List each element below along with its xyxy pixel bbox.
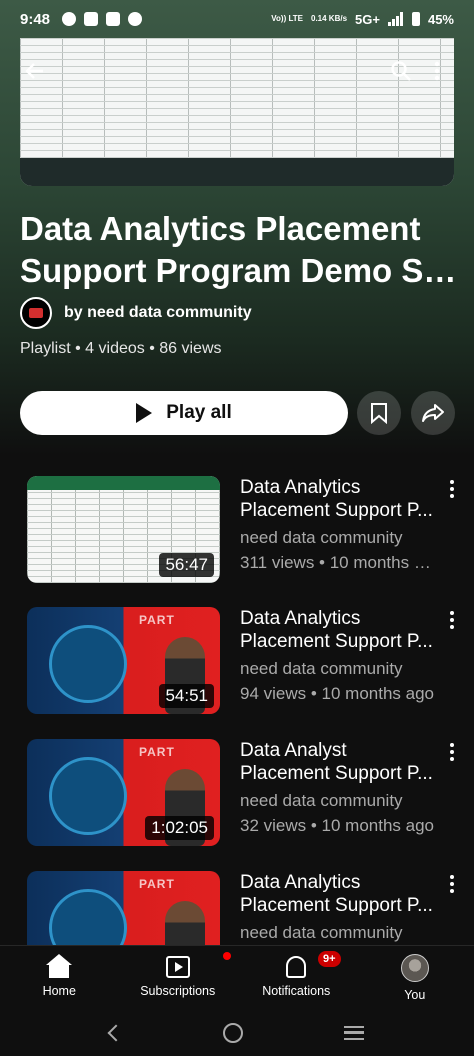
more-options-icon[interactable]	[422, 56, 452, 86]
system-recents-icon[interactable]	[343, 1025, 364, 1040]
battery-level: 45%	[427, 11, 454, 27]
video-channel: need data community	[240, 791, 403, 810]
taskbar-image	[20, 158, 454, 186]
back-arrow-icon[interactable]	[20, 56, 50, 86]
system-navigation-bar	[0, 1009, 474, 1056]
play-all-label: Play all	[166, 402, 232, 423]
share-playlist-button[interactable]	[411, 391, 455, 435]
search-icon[interactable]	[386, 56, 416, 86]
list-item[interactable]: PART Data Analytics Placement Support P.…	[0, 871, 474, 945]
list-item[interactable]: PART 1:02:05 Data Analyst Placement Supp…	[0, 739, 474, 851]
bottom-navigation: Home Subscriptions 9+ Notifications You	[0, 945, 474, 1009]
system-back-icon[interactable]	[107, 1024, 125, 1041]
promo-part-image: PART	[139, 745, 175, 759]
play-icon	[136, 403, 153, 423]
nav-home-label: Home	[42, 984, 76, 998]
video-thumbnail[interactable]: PART 1:02:05	[27, 739, 220, 846]
promo-graphic-image	[49, 889, 127, 945]
video-duration: 54:51	[159, 684, 214, 708]
video-more-icon[interactable]	[444, 741, 460, 763]
video-duration: 56:47	[159, 553, 214, 577]
bookmark-icon	[371, 403, 387, 424]
nav-subscriptions-label: Subscriptions	[140, 984, 216, 998]
presenter-image	[165, 901, 205, 945]
speed-indicator: 0.14 KB/s	[311, 14, 348, 23]
avatar	[400, 954, 429, 982]
promo-graphic-image	[49, 757, 127, 835]
video-thumbnail[interactable]: PART 54:51	[27, 607, 220, 714]
notifications-badge: 9+	[318, 951, 341, 967]
video-title[interactable]: Data Analytics Placement Support P...	[240, 607, 436, 653]
playlist-owner[interactable]: by need data community	[20, 297, 252, 329]
share-icon	[422, 404, 444, 422]
video-stats: 94 views • 10 months ago	[240, 684, 435, 703]
video-title[interactable]: Data Analytics Placement Support P...	[240, 871, 436, 917]
video-title[interactable]: Data Analytics Placement Support P...	[240, 476, 436, 522]
bell-icon	[286, 956, 307, 978]
channel-logo-icon	[29, 308, 43, 318]
playlist-title-line2: Support Program Demo Ses...	[20, 252, 460, 289]
channel-avatar[interactable]	[20, 297, 52, 329]
video-title[interactable]: Data Analyst Placement Support P...	[240, 739, 436, 785]
promo-part-image: PART	[139, 877, 175, 891]
video-stats: 311 views • 10 months a...	[240, 553, 436, 572]
video-channel: need data community	[240, 528, 403, 547]
video-stats: 32 views • 10 months ago	[240, 816, 435, 835]
linkedin-icon	[84, 12, 99, 26]
video-duration: 1:02:05	[145, 816, 214, 840]
promo-graphic-image	[49, 625, 127, 703]
video-more-icon[interactable]	[444, 873, 460, 895]
alarm-icon	[128, 12, 143, 26]
list-item[interactable]: 56:47 Data Analytics Placement Support P…	[0, 476, 474, 588]
nav-notifications-label: Notifications	[262, 984, 331, 998]
home-icon	[46, 954, 73, 978]
video-channel: need data community	[240, 923, 403, 942]
nav-subscriptions[interactable]: Subscriptions	[119, 946, 238, 1009]
owner-name[interactable]: by need data community	[64, 304, 252, 322]
system-home-icon[interactable]	[222, 1022, 243, 1043]
network-type: 5G+	[355, 11, 380, 27]
status-bar: 9:48 Vo)) LTE 0.14 KB/s 5G+ 45%	[0, 0, 474, 38]
subscriptions-icon	[165, 956, 190, 978]
video-thumbnail[interactable]: 56:47	[27, 476, 220, 583]
play-all-button[interactable]: Play all	[20, 391, 348, 435]
nav-home[interactable]: Home	[0, 946, 119, 1009]
new-content-dot	[222, 952, 231, 960]
video-more-icon[interactable]	[444, 478, 460, 500]
nav-you-label: You	[404, 988, 426, 1002]
volte-indicator: Vo)) LTE	[271, 14, 303, 23]
signal-icon	[387, 12, 403, 26]
promo-part-image: PART	[139, 613, 175, 627]
playlist-title: Data Analytics Placement Support Program…	[20, 208, 460, 292]
video-channel: need data community	[240, 659, 403, 678]
playlist-title-line1: Data Analytics Placement	[20, 210, 421, 247]
video-more-icon[interactable]	[444, 609, 460, 631]
save-playlist-button[interactable]	[357, 391, 401, 435]
video-thumbnail[interactable]: PART	[27, 871, 220, 945]
status-time: 9:48	[20, 10, 51, 28]
nav-notifications[interactable]: 9+ Notifications	[237, 946, 356, 1009]
battery-icon	[411, 12, 420, 26]
chat-icon	[62, 12, 77, 26]
nav-you[interactable]: You	[356, 946, 474, 1009]
playlist-meta: Playlist • 4 videos • 86 views	[20, 340, 222, 357]
gmail-icon	[106, 12, 121, 26]
list-item[interactable]: PART 54:51 Data Analytics Placement Supp…	[0, 607, 474, 719]
playlist-cover-thumbnail[interactable]	[20, 38, 454, 186]
